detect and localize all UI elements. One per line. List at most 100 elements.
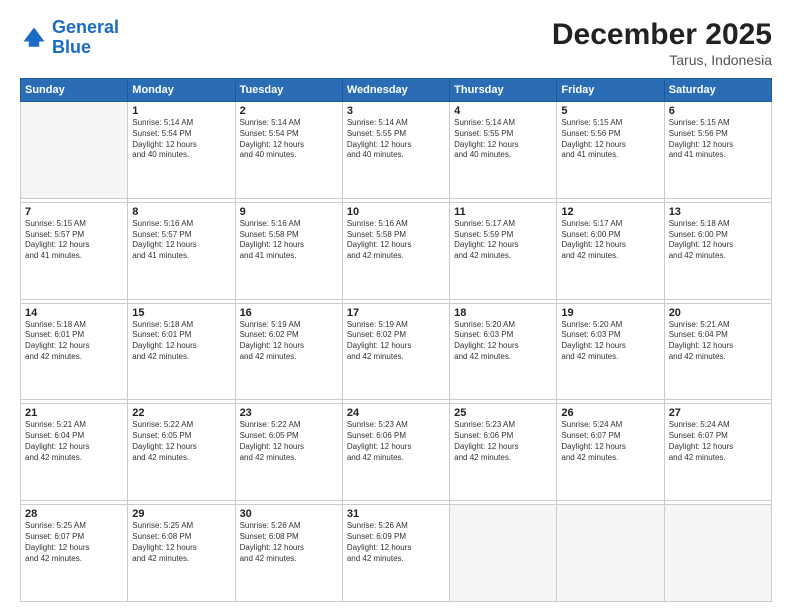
calendar-cell: 8Sunrise: 5:16 AM Sunset: 5:57 PM Daylig… (128, 202, 235, 299)
day-number: 11 (454, 206, 552, 218)
day-number: 22 (132, 407, 230, 419)
calendar-cell: 18Sunrise: 5:20 AM Sunset: 6:03 PM Dayli… (450, 303, 557, 400)
calendar-cell (450, 505, 557, 602)
day-number: 8 (132, 206, 230, 218)
day-info: Sunrise: 5:19 AM Sunset: 6:02 PM Dayligh… (240, 320, 338, 363)
day-info: Sunrise: 5:18 AM Sunset: 6:00 PM Dayligh… (669, 219, 767, 262)
day-info: Sunrise: 5:25 AM Sunset: 6:08 PM Dayligh… (132, 521, 230, 564)
header-friday: Friday (557, 79, 664, 102)
calendar-cell: 9Sunrise: 5:16 AM Sunset: 5:58 PM Daylig… (235, 202, 342, 299)
day-info: Sunrise: 5:23 AM Sunset: 6:06 PM Dayligh… (347, 420, 445, 463)
calendar-cell: 1Sunrise: 5:14 AM Sunset: 5:54 PM Daylig… (128, 102, 235, 199)
day-number: 20 (669, 307, 767, 319)
week-row-2: 7Sunrise: 5:15 AM Sunset: 5:57 PM Daylig… (21, 202, 772, 299)
calendar-cell: 3Sunrise: 5:14 AM Sunset: 5:55 PM Daylig… (342, 102, 449, 199)
calendar-header-row: Sunday Monday Tuesday Wednesday Thursday… (21, 79, 772, 102)
day-info: Sunrise: 5:19 AM Sunset: 6:02 PM Dayligh… (347, 320, 445, 363)
day-number: 2 (240, 105, 338, 117)
header-wednesday: Wednesday (342, 79, 449, 102)
day-number: 14 (25, 307, 123, 319)
calendar-cell: 14Sunrise: 5:18 AM Sunset: 6:01 PM Dayli… (21, 303, 128, 400)
week-row-1: 1Sunrise: 5:14 AM Sunset: 5:54 PM Daylig… (21, 102, 772, 199)
calendar-cell: 25Sunrise: 5:23 AM Sunset: 6:06 PM Dayli… (450, 404, 557, 501)
day-number: 4 (454, 105, 552, 117)
calendar-cell: 19Sunrise: 5:20 AM Sunset: 6:03 PM Dayli… (557, 303, 664, 400)
calendar-cell: 4Sunrise: 5:14 AM Sunset: 5:55 PM Daylig… (450, 102, 557, 199)
day-number: 6 (669, 105, 767, 117)
week-row-4: 21Sunrise: 5:21 AM Sunset: 6:04 PM Dayli… (21, 404, 772, 501)
day-info: Sunrise: 5:14 AM Sunset: 5:54 PM Dayligh… (132, 118, 230, 161)
calendar-cell: 5Sunrise: 5:15 AM Sunset: 5:56 PM Daylig… (557, 102, 664, 199)
header-monday: Monday (128, 79, 235, 102)
day-info: Sunrise: 5:15 AM Sunset: 5:57 PM Dayligh… (25, 219, 123, 262)
header-thursday: Thursday (450, 79, 557, 102)
calendar-cell: 27Sunrise: 5:24 AM Sunset: 6:07 PM Dayli… (664, 404, 771, 501)
calendar-cell: 17Sunrise: 5:19 AM Sunset: 6:02 PM Dayli… (342, 303, 449, 400)
calendar-table: Sunday Monday Tuesday Wednesday Thursday… (20, 78, 772, 602)
calendar-cell: 7Sunrise: 5:15 AM Sunset: 5:57 PM Daylig… (21, 202, 128, 299)
day-number: 28 (25, 508, 123, 520)
day-number: 17 (347, 307, 445, 319)
day-number: 5 (561, 105, 659, 117)
calendar-cell: 10Sunrise: 5:16 AM Sunset: 5:58 PM Dayli… (342, 202, 449, 299)
day-info: Sunrise: 5:15 AM Sunset: 5:56 PM Dayligh… (669, 118, 767, 161)
calendar-cell (557, 505, 664, 602)
day-info: Sunrise: 5:22 AM Sunset: 6:05 PM Dayligh… (132, 420, 230, 463)
calendar-cell: 28Sunrise: 5:25 AM Sunset: 6:07 PM Dayli… (21, 505, 128, 602)
calendar-cell: 22Sunrise: 5:22 AM Sunset: 6:05 PM Dayli… (128, 404, 235, 501)
day-number: 25 (454, 407, 552, 419)
logo-icon (20, 24, 48, 52)
day-number: 23 (240, 407, 338, 419)
title-block: December 2025 Tarus, Indonesia (552, 18, 772, 68)
day-info: Sunrise: 5:24 AM Sunset: 6:07 PM Dayligh… (561, 420, 659, 463)
calendar-cell: 23Sunrise: 5:22 AM Sunset: 6:05 PM Dayli… (235, 404, 342, 501)
day-info: Sunrise: 5:25 AM Sunset: 6:07 PM Dayligh… (25, 521, 123, 564)
day-info: Sunrise: 5:14 AM Sunset: 5:55 PM Dayligh… (454, 118, 552, 161)
day-info: Sunrise: 5:16 AM Sunset: 5:58 PM Dayligh… (240, 219, 338, 262)
day-info: Sunrise: 5:15 AM Sunset: 5:56 PM Dayligh… (561, 118, 659, 161)
day-info: Sunrise: 5:18 AM Sunset: 6:01 PM Dayligh… (132, 320, 230, 363)
calendar-cell: 31Sunrise: 5:26 AM Sunset: 6:09 PM Dayli… (342, 505, 449, 602)
day-number: 18 (454, 307, 552, 319)
header-sunday: Sunday (21, 79, 128, 102)
day-info: Sunrise: 5:18 AM Sunset: 6:01 PM Dayligh… (25, 320, 123, 363)
day-info: Sunrise: 5:16 AM Sunset: 5:58 PM Dayligh… (347, 219, 445, 262)
day-number: 31 (347, 508, 445, 520)
calendar-cell: 6Sunrise: 5:15 AM Sunset: 5:56 PM Daylig… (664, 102, 771, 199)
week-row-5: 28Sunrise: 5:25 AM Sunset: 6:07 PM Dayli… (21, 505, 772, 602)
calendar-cell: 15Sunrise: 5:18 AM Sunset: 6:01 PM Dayli… (128, 303, 235, 400)
header-saturday: Saturday (664, 79, 771, 102)
page-title: December 2025 (552, 18, 772, 52)
day-info: Sunrise: 5:17 AM Sunset: 5:59 PM Dayligh… (454, 219, 552, 262)
day-number: 21 (25, 407, 123, 419)
day-number: 10 (347, 206, 445, 218)
calendar-cell: 21Sunrise: 5:21 AM Sunset: 6:04 PM Dayli… (21, 404, 128, 501)
day-number: 24 (347, 407, 445, 419)
day-info: Sunrise: 5:24 AM Sunset: 6:07 PM Dayligh… (669, 420, 767, 463)
day-number: 29 (132, 508, 230, 520)
day-number: 9 (240, 206, 338, 218)
calendar-cell: 29Sunrise: 5:25 AM Sunset: 6:08 PM Dayli… (128, 505, 235, 602)
day-info: Sunrise: 5:17 AM Sunset: 6:00 PM Dayligh… (561, 219, 659, 262)
day-info: Sunrise: 5:26 AM Sunset: 6:08 PM Dayligh… (240, 521, 338, 564)
calendar-cell: 26Sunrise: 5:24 AM Sunset: 6:07 PM Dayli… (557, 404, 664, 501)
day-info: Sunrise: 5:21 AM Sunset: 6:04 PM Dayligh… (25, 420, 123, 463)
day-info: Sunrise: 5:16 AM Sunset: 5:57 PM Dayligh… (132, 219, 230, 262)
calendar-cell: 20Sunrise: 5:21 AM Sunset: 6:04 PM Dayli… (664, 303, 771, 400)
day-number: 16 (240, 307, 338, 319)
day-number: 1 (132, 105, 230, 117)
day-number: 26 (561, 407, 659, 419)
calendar-cell: 11Sunrise: 5:17 AM Sunset: 5:59 PM Dayli… (450, 202, 557, 299)
calendar-cell: 30Sunrise: 5:26 AM Sunset: 6:08 PM Dayli… (235, 505, 342, 602)
day-info: Sunrise: 5:14 AM Sunset: 5:54 PM Dayligh… (240, 118, 338, 161)
page: General Blue December 2025 Tarus, Indone… (0, 0, 792, 612)
day-number: 15 (132, 307, 230, 319)
day-info: Sunrise: 5:26 AM Sunset: 6:09 PM Dayligh… (347, 521, 445, 564)
calendar-cell (21, 102, 128, 199)
header-tuesday: Tuesday (235, 79, 342, 102)
logo: General Blue (20, 18, 119, 58)
day-number: 3 (347, 105, 445, 117)
day-info: Sunrise: 5:14 AM Sunset: 5:55 PM Dayligh… (347, 118, 445, 161)
header: General Blue December 2025 Tarus, Indone… (20, 18, 772, 68)
page-subtitle: Tarus, Indonesia (552, 52, 772, 68)
